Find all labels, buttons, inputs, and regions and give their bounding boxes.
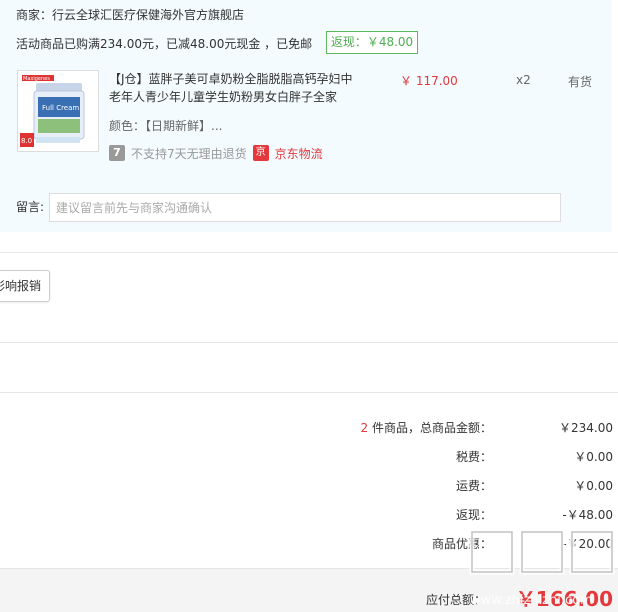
jd-logistics-text: 京东物流 [274, 146, 323, 161]
product-quantity: x2 [516, 73, 531, 87]
no-return-text: 不支持7天无理由退货 [131, 146, 247, 161]
no-return-icon: 7 [109, 145, 125, 161]
jd-logistics-icon: 京 [252, 145, 269, 161]
product-title[interactable]: 【J仓】蓝胖子美可卓奶粉全脂脱脂高钙孕妇中老年人青少年儿童学生奶粉男女白胖子全家 [109, 70, 359, 106]
items-summary-label: 2 件商品，总商品金额： [361, 419, 492, 436]
cart-shop-block: 商家：行云全球汇医疗保健海外官方旗舰店 活动商品已购满234.00元，已减48.… [0, 0, 612, 232]
items-total-label: 件商品，总商品金额： [368, 421, 492, 435]
divider [0, 392, 618, 393]
shipping-value: ￥0.00 [574, 479, 613, 493]
total-bar: 应付总额： ￥166.00 [0, 568, 618, 612]
divider [0, 252, 618, 253]
brand-text: Maxigenes [23, 76, 50, 82]
stock-status: 有货 [568, 75, 593, 89]
cashback-badge: 返现：￥48.00 [326, 31, 418, 54]
total-value: ￥166.00 [515, 587, 613, 611]
total-label: 应付总额： [425, 593, 486, 607]
product-price: ￥ 117.00 [400, 74, 458, 88]
discount-value: -￥20.00 [562, 537, 613, 551]
tax-label: 税费： [455, 450, 492, 464]
message-label: 留言: [16, 200, 45, 214]
promo-text: 活动商品已购满234.00元，已减48.00元现金 ，已免邮 [16, 37, 313, 51]
product-color: 颜色：【日期新鲜】... [109, 119, 223, 133]
cashback-summary-value: -￥48.00 [562, 508, 613, 522]
badge-text: 8.0 [21, 137, 32, 145]
report-button[interactable]: 影响报销 [0, 270, 50, 302]
merchant-name[interactable]: 商家：行云全球汇医疗保健海外官方旗舰店 [16, 6, 244, 23]
milk-can-image: Maxigenes Full Cream 8.0 [18, 71, 98, 151]
message-input[interactable] [49, 193, 561, 222]
service-row: 7 不支持7天无理由退货 京 京东物流 [109, 144, 323, 162]
product-image[interactable]: Maxigenes Full Cream 8.0 [17, 70, 99, 152]
tax-value: ￥0.00 [574, 450, 613, 464]
items-total-value: ￥234.00 [559, 421, 613, 435]
product-label-text: Full Cream [42, 104, 79, 112]
discount-label: 商品优惠： [431, 537, 492, 551]
cashback-summary-label: 返现： [455, 508, 492, 522]
shipping-label: 运费： [455, 479, 492, 493]
divider [0, 342, 618, 343]
